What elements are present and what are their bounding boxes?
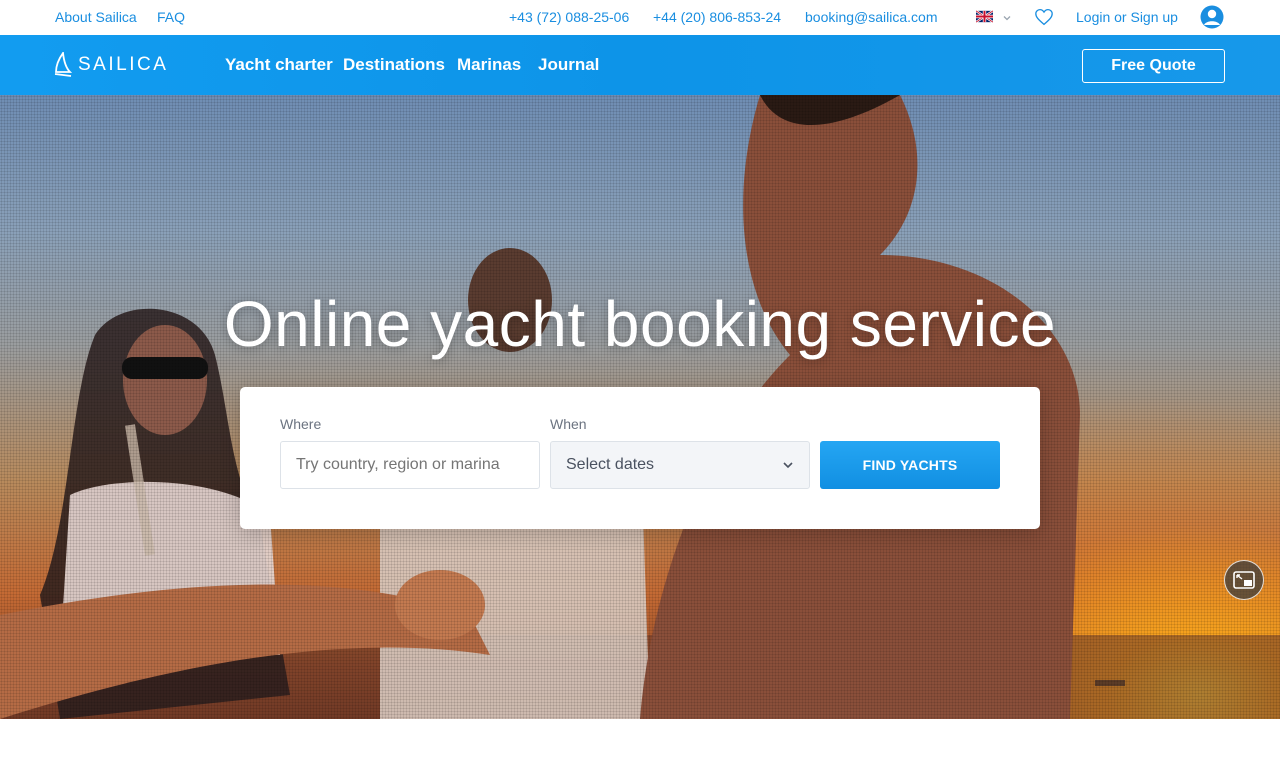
nav-destinations[interactable]: Destinations [343,55,445,75]
find-yachts-button[interactable]: FIND YACHTS [820,441,1000,489]
dates-select-value: Select dates [566,456,655,473]
top-utility-bar: About Sailica FAQ +43 (72) 088-25-06 +44… [0,0,1280,35]
sail-logo-icon [54,52,72,77]
phone-link-austria[interactable]: +43 (72) 088-25-06 [509,9,629,25]
user-avatar-icon[interactable] [1199,5,1225,32]
email-link[interactable]: booking@sailica.com [805,9,938,25]
yacht-search-form: Where When Select dates FIND YACHTS [240,387,1040,529]
hero-section: Online yacht booking service Where When … [0,95,1280,719]
where-label: Where [280,416,322,432]
nav-journal[interactable]: Journal [538,55,599,75]
when-label: When [550,416,587,432]
hero-title: Online yacht booking service [223,288,1057,360]
faq-link[interactable]: FAQ [157,9,185,25]
language-chevron-down-icon[interactable] [1002,10,1012,26]
picture-in-picture-icon [1233,571,1255,589]
free-quote-button[interactable]: Free Quote [1082,49,1225,83]
dates-select[interactable]: Select dates [550,441,810,489]
logo-text: SAILICA [78,54,169,75]
picture-in-picture-button[interactable] [1224,560,1264,600]
sailica-logo[interactable]: SAILICA [54,51,168,79]
login-signup-link[interactable]: Login or Sign up [1076,9,1178,25]
about-link[interactable]: About Sailica [55,9,137,25]
nav-marinas[interactable]: Marinas [457,55,521,75]
phone-link-uk[interactable]: +44 (20) 806-853-24 [653,9,781,25]
where-input[interactable] [280,441,540,489]
uk-flag-icon[interactable] [976,10,993,23]
chevron-down-icon [783,462,793,469]
favorites-heart-icon[interactable] [1034,8,1054,29]
nav-yacht-charter[interactable]: Yacht charter [225,55,333,75]
main-navigation: SAILICA Yacht charter Destinations Marin… [0,35,1280,95]
